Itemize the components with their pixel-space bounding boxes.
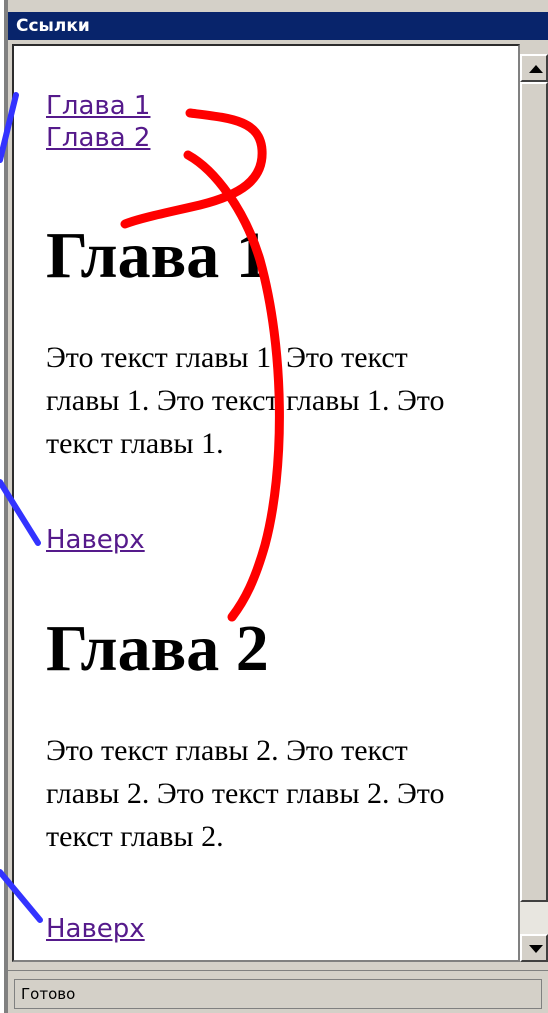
chapter-2-heading: Глава 2 <box>46 612 269 685</box>
arrow-down-icon <box>529 945 543 953</box>
arrow-up-icon <box>529 65 543 73</box>
toc-link-chapter-1[interactable]: Глава 1 <box>46 90 150 122</box>
chapter-1-heading: Глава 1 <box>46 219 269 292</box>
toc-link-chapter-2[interactable]: Глава 2 <box>46 122 150 154</box>
table-of-contents: Глава 1 Глава 2 <box>46 90 150 154</box>
window-title: Ссылки <box>8 12 548 40</box>
chapter-2-text: Это текст главы 2. Это текст главы 2. Эт… <box>46 734 445 853</box>
chapter-1-text: Это текст главы 1. Это текст главы 1. Эт… <box>46 341 445 460</box>
vertical-scrollbar[interactable] <box>520 54 548 962</box>
scroll-thumb[interactable] <box>520 82 548 902</box>
chapter-2-top-link[interactable]: Наверх <box>46 913 145 945</box>
scroll-down-button[interactable] <box>520 934 548 962</box>
chapter-1-top-link[interactable]: Наверх <box>46 524 145 556</box>
page-content: Глава 1 Глава 2 Глава 1 Это текст главы … <box>12 44 520 962</box>
status-bar: Готово <box>8 970 548 1013</box>
browser-window: Ссылки Глава 1 Глава 2 Глава 1 Это текст… <box>4 0 548 1013</box>
status-text: Готово <box>14 979 542 1009</box>
scroll-up-button[interactable] <box>520 54 548 82</box>
